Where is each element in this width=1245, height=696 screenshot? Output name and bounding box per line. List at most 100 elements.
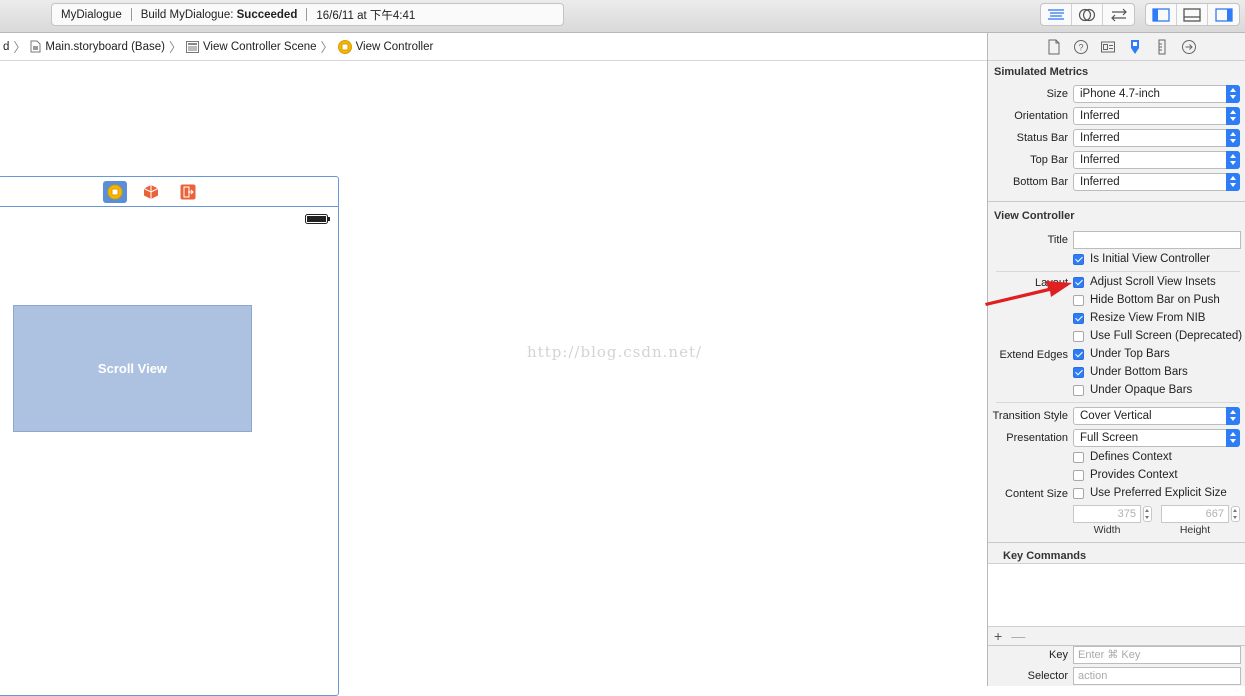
bottom-bar-label: Bottom Bar xyxy=(1012,176,1068,188)
version-editor-button[interactable] xyxy=(1103,4,1134,25)
checkbox-label: Is Initial View Controller xyxy=(1090,253,1210,265)
add-key-command-button[interactable]: + xyxy=(994,628,1002,644)
attributes-inspector: ? Simulated Metrics Size iPhone 4.7-inch… xyxy=(987,33,1245,686)
popup-chevron-icon xyxy=(1226,85,1240,103)
presentation-label: Presentation xyxy=(1006,432,1068,444)
breadcrumb-view-controller[interactable]: View Controller xyxy=(335,39,437,54)
navigator-toggle-button[interactable] xyxy=(1146,4,1177,25)
quick-help-icon[interactable]: ? xyxy=(1073,39,1089,55)
under-opaque-bars-checkbox[interactable]: Under Opaque Bars xyxy=(1073,384,1192,396)
width-stepper[interactable] xyxy=(1143,506,1152,522)
selector-field[interactable]: action xyxy=(1073,667,1241,685)
selector-label: Selector xyxy=(1027,670,1068,682)
checkbox-label: Defines Context xyxy=(1090,451,1172,463)
presentation-popup[interactable]: Full Screen xyxy=(1073,429,1240,447)
height-label: Height xyxy=(1179,524,1211,536)
utilities-toggle-icon xyxy=(1214,7,1233,22)
adjust-scroll-view-insets-checkbox[interactable]: Adjust Scroll View Insets xyxy=(1073,276,1216,288)
build-status-result: Succeeded xyxy=(236,8,298,21)
size-label: Size xyxy=(1046,88,1068,100)
debug-area-toggle-icon xyxy=(1183,7,1201,22)
breadcrumb-label: Main.storyboard (Base) xyxy=(45,40,165,53)
assistant-editor-button[interactable] xyxy=(1072,4,1103,25)
key-commands-header: Key Commands xyxy=(1003,550,1087,562)
top-bar-popup[interactable]: Inferred xyxy=(1073,151,1240,169)
battery-icon xyxy=(305,214,330,224)
scene-dock xyxy=(0,177,338,207)
popup-chevron-icon xyxy=(1226,129,1240,147)
standard-editor-button[interactable] xyxy=(1041,4,1072,25)
checkbox-box xyxy=(1073,366,1084,378)
debug-area-toggle-button[interactable] xyxy=(1177,4,1208,25)
checkbox-label: Under Opaque Bars xyxy=(1090,384,1193,396)
first-responder-icon[interactable] xyxy=(143,184,159,200)
width-field[interactable]: 375 xyxy=(1073,505,1141,523)
file-inspector-icon[interactable] xyxy=(1046,39,1062,55)
transition-style-popup[interactable]: Cover Vertical xyxy=(1073,407,1240,425)
checkbox-box xyxy=(1073,294,1084,306)
resize-view-from-nib-checkbox[interactable]: Resize View From NIB xyxy=(1073,312,1205,324)
checkbox-label: Adjust Scroll View Insets xyxy=(1090,276,1216,288)
scroll-view-label: Scroll View xyxy=(97,361,168,376)
scheme-name[interactable]: MyDialogue xyxy=(52,9,131,21)
checkbox-label: Hide Bottom Bar on Push xyxy=(1090,294,1220,306)
main-toolbar: MyDialogue Build MyDialogue: Succeeded 1… xyxy=(0,0,1245,33)
view-controller-scene[interactable]: Scroll View xyxy=(0,176,339,696)
checkbox-label: Use Preferred Explicit Size xyxy=(1090,487,1227,499)
status-bar-popup[interactable]: Inferred xyxy=(1073,129,1240,147)
title-field[interactable] xyxy=(1073,231,1241,249)
exit-icon[interactable] xyxy=(180,184,196,200)
key-field[interactable]: Enter ⌘ Key xyxy=(1073,646,1241,664)
under-top-bars-checkbox[interactable]: Under Top Bars xyxy=(1073,348,1170,360)
utilities-toggle-button[interactable] xyxy=(1208,4,1239,25)
defines-context-checkbox[interactable]: Defines Context xyxy=(1073,451,1172,463)
view-controller-header: View Controller xyxy=(994,210,1075,222)
attributes-inspector-icon[interactable] xyxy=(1127,39,1143,55)
remove-key-command-button[interactable]: — xyxy=(1011,628,1025,644)
bottom-bar-popup[interactable]: Inferred xyxy=(1073,173,1240,191)
hide-bottom-bar-checkbox[interactable]: Hide Bottom Bar on Push xyxy=(1073,294,1220,306)
checkbox-label: Provides Context xyxy=(1090,469,1178,481)
connections-inspector-icon[interactable] xyxy=(1181,39,1197,55)
section-divider xyxy=(988,542,1245,543)
checkbox-box xyxy=(1073,487,1084,499)
popup-chevron-icon xyxy=(1226,107,1240,125)
breadcrumb-scene[interactable]: View Controller Scene xyxy=(183,40,320,53)
view-controller-icon xyxy=(337,39,352,54)
activity-status-bar: MyDialogue Build MyDialogue: Succeeded 1… xyxy=(51,3,564,26)
popup-chevron-icon xyxy=(1226,407,1240,425)
height-stepper[interactable] xyxy=(1231,506,1240,522)
identity-inspector-icon[interactable] xyxy=(1100,39,1116,55)
breadcrumb-label: View Controller xyxy=(355,40,434,53)
checkbox-box xyxy=(1073,384,1084,396)
under-bottom-bars-checkbox[interactable]: Under Bottom Bars xyxy=(1073,366,1188,378)
simulated-metrics-header: Simulated Metrics xyxy=(994,66,1089,78)
view-controller-icon[interactable] xyxy=(103,181,127,203)
scroll-view[interactable]: Scroll View xyxy=(13,305,252,432)
size-inspector-icon[interactable] xyxy=(1154,39,1170,55)
size-popup[interactable]: iPhone 4.7-inch xyxy=(1073,85,1240,103)
storyboard-file-icon xyxy=(30,40,41,53)
assistant-editor-icon xyxy=(1078,8,1096,21)
height-field[interactable]: 667 xyxy=(1161,505,1229,523)
width-label: Width xyxy=(1093,524,1121,536)
provides-context-checkbox[interactable]: Provides Context xyxy=(1073,469,1178,481)
checkbox-box xyxy=(1073,451,1084,463)
use-preferred-explicit-size-checkbox[interactable]: Use Preferred Explicit Size xyxy=(1073,487,1227,499)
breadcrumb-project[interactable]: d xyxy=(0,41,12,53)
breadcrumb-storyboard[interactable]: Main.storyboard (Base) xyxy=(27,40,168,53)
editor-mode-group xyxy=(1040,3,1135,26)
jump-bar: d 〉 Main.storyboard (Base) 〉 View Contro… xyxy=(0,33,987,61)
divider xyxy=(996,402,1240,403)
orientation-popup[interactable]: Inferred xyxy=(1073,107,1240,125)
top-bar-label: Top Bar xyxy=(1030,154,1068,166)
version-editor-icon xyxy=(1110,8,1127,21)
breadcrumb-label: View Controller Scene xyxy=(202,40,317,53)
key-commands-list[interactable] xyxy=(988,563,1245,627)
title-label: Title xyxy=(1047,234,1068,246)
initial-view-controller-checkbox[interactable]: Is Initial View Controller xyxy=(1073,253,1210,265)
storyboard-canvas[interactable]: Scroll View http://blog.csdn.net/ xyxy=(0,62,987,696)
use-full-screen-checkbox[interactable]: Use Full Screen (Deprecated) xyxy=(1073,330,1242,342)
presentation-value: Full Screen xyxy=(1080,432,1139,444)
inspector-tab-bar: ? xyxy=(988,33,1245,61)
